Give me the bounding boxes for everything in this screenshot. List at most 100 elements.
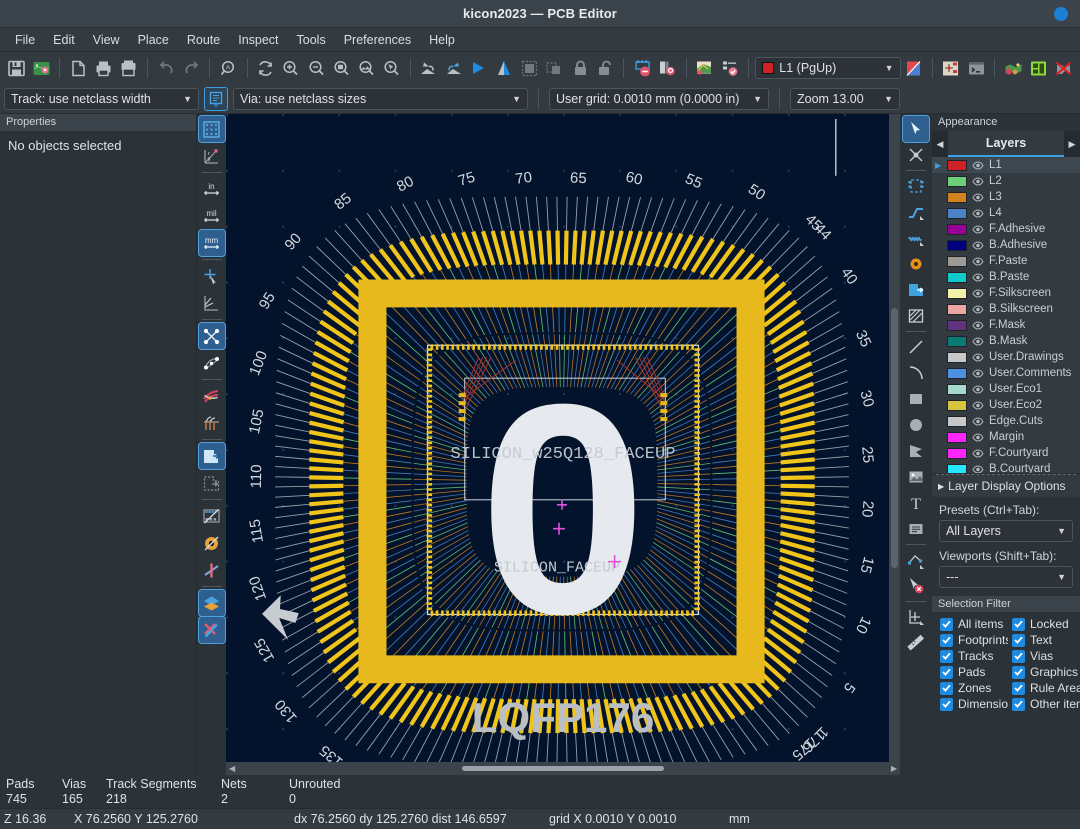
ungroup-icon[interactable] [543,55,567,81]
filter-locked[interactable]: Locked [1012,617,1080,631]
zoom-in-icon[interactable] [279,55,303,81]
checkbox-icon[interactable] [1012,650,1025,663]
eye-icon[interactable] [972,337,984,346]
layer-row-b-silkscreen[interactable]: B.Silkscreen [932,301,1080,317]
layer-color-swatch[interactable] [947,176,967,187]
zoom-objects-icon[interactable] [354,55,378,81]
mirror-h-icon[interactable] [467,55,491,81]
layer-color-swatch[interactable] [947,304,967,315]
menu-item-help[interactable]: Help [420,30,464,50]
add-dimension-icon[interactable] [903,547,929,573]
menu-item-tools[interactable]: Tools [288,30,335,50]
select-tool-icon[interactable] [903,116,929,142]
zoom-out-icon[interactable] [304,55,328,81]
filter-graphics[interactable]: Graphics [1012,665,1080,679]
checkbox-icon[interactable] [1012,618,1025,631]
add-image-icon[interactable] [903,464,929,490]
menu-item-file[interactable]: File [6,30,44,50]
eye-icon[interactable] [972,369,984,378]
full-crosshair-icon[interactable] [199,263,225,289]
layer-color-swatch[interactable] [947,192,967,203]
eye-icon[interactable] [972,353,984,362]
layer-color-swatch[interactable] [947,224,967,235]
eye-icon[interactable] [972,305,984,314]
layer-color-swatch[interactable] [947,320,967,331]
show-ratsnest-icon[interactable] [199,323,225,349]
footprint-editor-icon[interactable] [693,55,717,81]
tracks-sketch-icon[interactable] [199,557,225,583]
save-icon[interactable] [4,55,28,81]
eye-icon[interactable] [972,289,984,298]
layer-row-b-adhesive[interactable]: B.Adhesive [932,237,1080,253]
layer-row-f-silkscreen[interactable]: F.Silkscreen [932,285,1080,301]
layer-row-b-mask[interactable]: B.Mask [932,333,1080,349]
filter-dimensions[interactable]: Dimensions [940,697,1008,711]
auto-track-width-icon[interactable] [204,87,228,111]
layer-color-swatch[interactable] [947,272,967,283]
eye-icon[interactable] [972,273,984,282]
add-zone-icon[interactable] [903,277,929,303]
zone-filled-icon[interactable] [199,443,225,469]
menu-item-preferences[interactable]: Preferences [335,30,420,50]
checkbox-icon[interactable] [1012,634,1025,647]
layer-color-swatch[interactable] [947,464,967,474]
pads-sketch-icon[interactable] [199,503,225,529]
draw-toolbar-icon[interactable] [199,617,225,643]
ratsnest-straight-icon[interactable] [199,290,225,316]
net-colors-icon[interactable] [199,383,225,409]
place-footprint-icon[interactable] [903,173,929,199]
layer-row-f-courtyard[interactable]: F.Courtyard [932,445,1080,461]
tune-length-icon[interactable] [903,225,929,251]
layer-color-swatch[interactable] [947,368,967,379]
lock-icon[interactable] [568,55,592,81]
local-ratsnest-icon[interactable] [903,142,929,168]
eye-icon[interactable] [972,209,984,218]
layer-row-edge-cuts[interactable]: Edge.Cuts [932,413,1080,429]
draw-arc-icon[interactable] [903,360,929,386]
layer-display-options-toggle[interactable]: ▶ Layer Display Options [932,475,1080,497]
undo-icon[interactable] [154,55,178,81]
layer-color-swatch[interactable] [947,416,967,427]
track-width-selector[interactable]: Track: use netclass width ▼ [4,88,199,110]
layer-color-swatch[interactable] [947,352,967,363]
scroll-thumb[interactable] [462,766,664,771]
layer-row-margin[interactable]: Margin [932,429,1080,445]
checkbox-icon[interactable] [940,634,953,647]
grid-selector[interactable]: User grid: 0.0010 mm (0.0000 in) ▼ [549,88,769,110]
add-text-icon[interactable]: T [903,490,929,516]
layer-row-f-paste[interactable]: F.Paste [932,253,1080,269]
measure-tool-icon[interactable] [903,630,929,656]
layers-list[interactable]: ▶L1L2L3L4F.AdhesiveB.AdhesiveF.PasteB.Pa… [932,157,1080,473]
scroll-right-icon[interactable]: ▶ [888,764,900,773]
layer-color-swatch[interactable] [947,288,967,299]
eye-icon[interactable] [972,401,984,410]
checkbox-icon[interactable] [1012,682,1025,695]
checkbox-icon[interactable] [1012,698,1025,711]
canvas-horizontal-scrollbar[interactable]: ◀ ▶ [226,762,900,775]
checkbox-icon[interactable] [1012,666,1025,679]
layer-row-user-eco1[interactable]: User.Eco1 [932,381,1080,397]
menu-item-route[interactable]: Route [178,30,229,50]
rotate-ccw-icon[interactable] [417,55,441,81]
eye-icon[interactable] [972,321,984,330]
layer-row-b-paste[interactable]: B.Paste [932,269,1080,285]
menu-item-place[interactable]: Place [129,30,178,50]
layer-color-swatch[interactable] [947,256,967,267]
redo-icon[interactable] [179,55,203,81]
viewports-selector[interactable]: --- ▼ [939,566,1073,588]
scroll-thumb[interactable] [891,308,898,567]
checkbox-icon[interactable] [940,666,953,679]
filter-all-items[interactable]: All items [940,617,1008,631]
add-via-icon[interactable] [903,251,929,277]
layer-row-user-comments[interactable]: User.Comments [932,365,1080,381]
drc-icon[interactable] [630,55,654,81]
set-origin-icon[interactable] [903,604,929,630]
layer-color-swatch[interactable] [947,432,967,443]
layer-row-user-eco2[interactable]: User.Eco2 [932,397,1080,413]
pcb-canvas[interactable]: 0 [226,114,900,762]
rotate-cw-icon[interactable] [442,55,466,81]
layer-row-f-mask[interactable]: F.Mask [932,317,1080,333]
route-track-icon[interactable] [903,199,929,225]
eye-icon[interactable] [972,433,984,442]
add-rule-area-icon[interactable] [903,303,929,329]
